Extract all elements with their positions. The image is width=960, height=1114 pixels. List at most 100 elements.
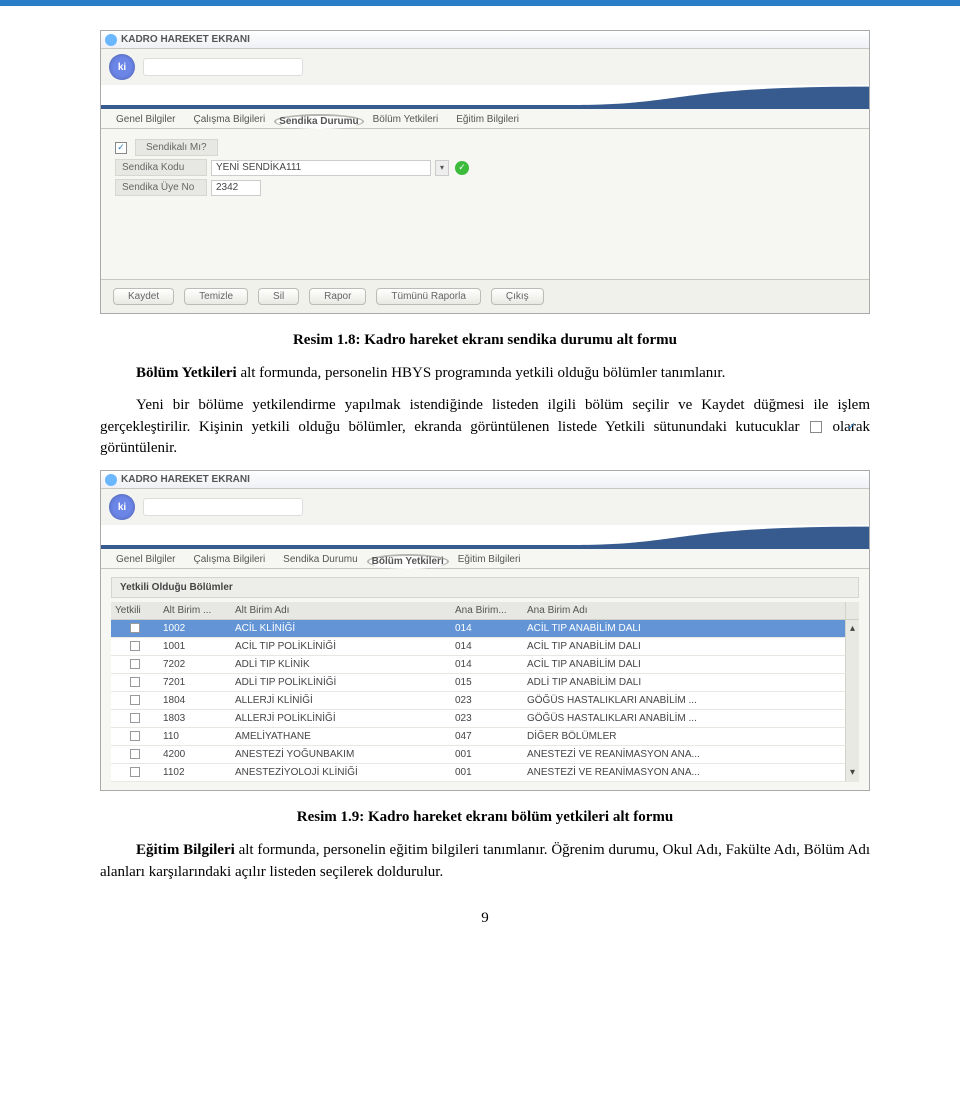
tab-calisma-bilgileri[interactable]: Çalışma Bilgileri — [184, 111, 274, 128]
tab-egitim-bilgileri[interactable]: Eğitim Bilgileri — [447, 111, 528, 128]
tab-calisma-bilgileri[interactable]: Çalışma Bilgileri — [184, 551, 274, 568]
button-row: Kaydet Temizle Sil Rapor Tümünü Raporla … — [101, 279, 869, 313]
header-pill — [143, 498, 303, 516]
row-checkbox[interactable] — [111, 674, 159, 692]
row-checkbox[interactable] — [111, 656, 159, 674]
row-alt-ad[interactable]: ANESTEZİ YOĞUNBAKIM — [231, 746, 451, 764]
sendika-kodu-dropdown-icon[interactable]: ▾ — [435, 160, 449, 176]
scrollbar-track — [845, 638, 859, 656]
paragraph-2a: Yeni bir bölüme yetkilendirme yapılmak i… — [100, 397, 870, 435]
ok-icon[interactable]: ✓ — [455, 161, 469, 175]
row-ana-ad[interactable]: GÖĞÜS HASTALIKLARI ANABİLİM ... — [523, 710, 845, 728]
grid-title: Yetkili Olduğu Bölümler — [111, 577, 859, 598]
row-alt-ad[interactable]: ALLERJİ POLİKLİNİĞİ — [231, 710, 451, 728]
row-alt-ad[interactable]: ALLERJİ KLİNİĞİ — [231, 692, 451, 710]
row-ana-ad[interactable]: ACİL TIP ANABİLİM DALI — [523, 656, 845, 674]
row-ana-kod[interactable]: 001 — [451, 746, 523, 764]
figure-caption-2: Resim 1.9: Kadro hareket ekranı bölüm ye… — [100, 809, 870, 826]
row-alt-ad[interactable]: ANESTEZİYOLOJİ KLİNİĞİ — [231, 764, 451, 782]
tumunu-raporla-button[interactable]: Tümünü Raporla — [376, 288, 480, 305]
row-checkbox[interactable] — [111, 764, 159, 782]
kaydet-button[interactable]: Kaydet — [113, 288, 174, 305]
row-checkbox[interactable] — [111, 710, 159, 728]
row-alt-kod[interactable]: 7201 — [159, 674, 231, 692]
row-ana-kod[interactable]: 047 — [451, 728, 523, 746]
tab-bolum-yetkileri[interactable]: Bölüm Yetkileri — [367, 554, 449, 569]
row-ana-ad[interactable]: ACİL TIP ANABİLİM DALI — [523, 620, 845, 638]
scrollbar-track[interactable] — [845, 602, 859, 620]
col-alt-birim-kod[interactable]: Alt Birim ... — [159, 602, 231, 620]
sendikali-label: Sendikalı Mı? — [135, 139, 218, 156]
row-alt-kod[interactable]: 7202 — [159, 656, 231, 674]
window-title: KADRO HAREKET EKRANI — [121, 474, 250, 485]
rapor-button[interactable]: Rapor — [309, 288, 366, 305]
row-ana-ad[interactable]: DİĞER BÖLÜMLER — [523, 728, 845, 746]
row-alt-kod[interactable]: 1803 — [159, 710, 231, 728]
row-alt-ad[interactable]: AMELİYATHANE — [231, 728, 451, 746]
row-ana-ad[interactable]: ACİL TIP ANABİLİM DALI — [523, 638, 845, 656]
row-alt-kod[interactable]: 110 — [159, 728, 231, 746]
tab-genel-bilgiler[interactable]: Genel Bilgiler — [107, 111, 184, 128]
yetkili-grid-panel: Yetkili Olduğu Bölümler Yetkili Alt Biri… — [101, 569, 869, 790]
row-alt-ad[interactable]: ACİL KLİNİĞİ — [231, 620, 451, 638]
scrollbar-track — [845, 674, 859, 692]
avatar: ki — [109, 54, 135, 80]
row-alt-kod[interactable]: 1804 — [159, 692, 231, 710]
row-alt-ad[interactable]: ADLİ TIP KLİNİK — [231, 656, 451, 674]
row-checkbox[interactable] — [111, 692, 159, 710]
col-ana-birim-kod[interactable]: Ana Birim... — [451, 602, 523, 620]
row-alt-kod[interactable]: 1102 — [159, 764, 231, 782]
row-checkbox[interactable] — [111, 728, 159, 746]
header-pill — [143, 58, 303, 76]
sendika-uye-label: Sendika Üye No — [115, 179, 207, 196]
row-ana-kod[interactable]: 014 — [451, 656, 523, 674]
col-ana-birim-adi[interactable]: Ana Birim Adı — [523, 602, 845, 620]
temizle-button[interactable]: Temizle — [184, 288, 248, 305]
figure-caption-1: Resim 1.8: Kadro hareket ekranı sendika … — [100, 332, 870, 349]
row-ana-kod[interactable]: 001 — [451, 764, 523, 782]
row-ana-kod[interactable]: 023 — [451, 692, 523, 710]
sendika-form-panel: ✓ Sendikalı Mı? Sendika Kodu YENİ SENDİK… — [101, 129, 869, 279]
app-icon — [105, 34, 117, 46]
row-alt-kod[interactable]: 1002 — [159, 620, 231, 638]
row-ana-kod[interactable]: 014 — [451, 638, 523, 656]
window-title: KADRO HAREKET EKRANI — [121, 34, 250, 45]
row-checkbox[interactable] — [111, 638, 159, 656]
row-alt-ad[interactable]: ADLİ TIP POLİKLİNİĞİ — [231, 674, 451, 692]
scrollbar-track — [845, 728, 859, 746]
row-alt-kod[interactable]: 1001 — [159, 638, 231, 656]
row-checkbox[interactable] — [111, 620, 159, 638]
row-ana-kod[interactable]: 023 — [451, 710, 523, 728]
sendika-kodu-input[interactable]: YENİ SENDİKA111 — [211, 160, 431, 176]
tab-bolum-yetkileri[interactable]: Bölüm Yetkileri — [364, 111, 448, 128]
paragraph-2: Yeni bir bölüme yetkilendirme yapılmak i… — [100, 395, 870, 460]
row-ana-ad[interactable]: ANESTEZİ VE REANİMASYON ANA... — [523, 746, 845, 764]
tab-genel-bilgiler[interactable]: Genel Bilgiler — [107, 551, 184, 568]
sendika-uye-input[interactable]: 2342 — [211, 180, 261, 196]
window-swoosh-2 — [101, 525, 869, 549]
tab-sendika-durumu[interactable]: Sendika Durumu — [274, 114, 363, 129]
row-alt-ad[interactable]: ACİL TIP POLİKLİNİĞİ — [231, 638, 451, 656]
col-yetkili[interactable]: Yetkili — [111, 602, 159, 620]
row-ana-ad[interactable]: ANESTEZİ VE REANİMASYON ANA... — [523, 764, 845, 782]
paragraph-1: Bölüm Yetkileri Bölüm Yetkileri alt form… — [100, 363, 870, 385]
tab-sendika-durumu[interactable]: Sendika Durumu — [274, 551, 366, 568]
sendika-kodu-label: Sendika Kodu — [115, 159, 207, 176]
scrollbar-track — [845, 656, 859, 674]
row-alt-kod[interactable]: 4200 — [159, 746, 231, 764]
app-icon — [105, 474, 117, 486]
row-checkbox[interactable] — [111, 746, 159, 764]
row-ana-ad[interactable]: ADLİ TIP ANABİLİM DALI — [523, 674, 845, 692]
scrollbar-track[interactable]: ▴ — [845, 620, 859, 638]
cikis-button[interactable]: Çıkış — [491, 288, 544, 305]
paragraph-3: Eğitim Bilgileri alt formunda, personeli… — [100, 840, 870, 884]
row-ana-kod[interactable]: 015 — [451, 674, 523, 692]
tabs-row: Genel Bilgiler Çalışma Bilgileri Sendika… — [101, 109, 869, 129]
col-alt-birim-adi[interactable]: Alt Birim Adı — [231, 602, 451, 620]
tab-egitim-bilgileri[interactable]: Eğitim Bilgileri — [449, 551, 530, 568]
sendikali-checkbox[interactable]: ✓ — [115, 142, 127, 154]
row-ana-ad[interactable]: GÖĞÜS HASTALIKLARI ANABİLİM ... — [523, 692, 845, 710]
row-ana-kod[interactable]: 014 — [451, 620, 523, 638]
sil-button[interactable]: Sil — [258, 288, 299, 305]
window-title-bar: KADRO HAREKET EKRANI — [101, 31, 869, 49]
